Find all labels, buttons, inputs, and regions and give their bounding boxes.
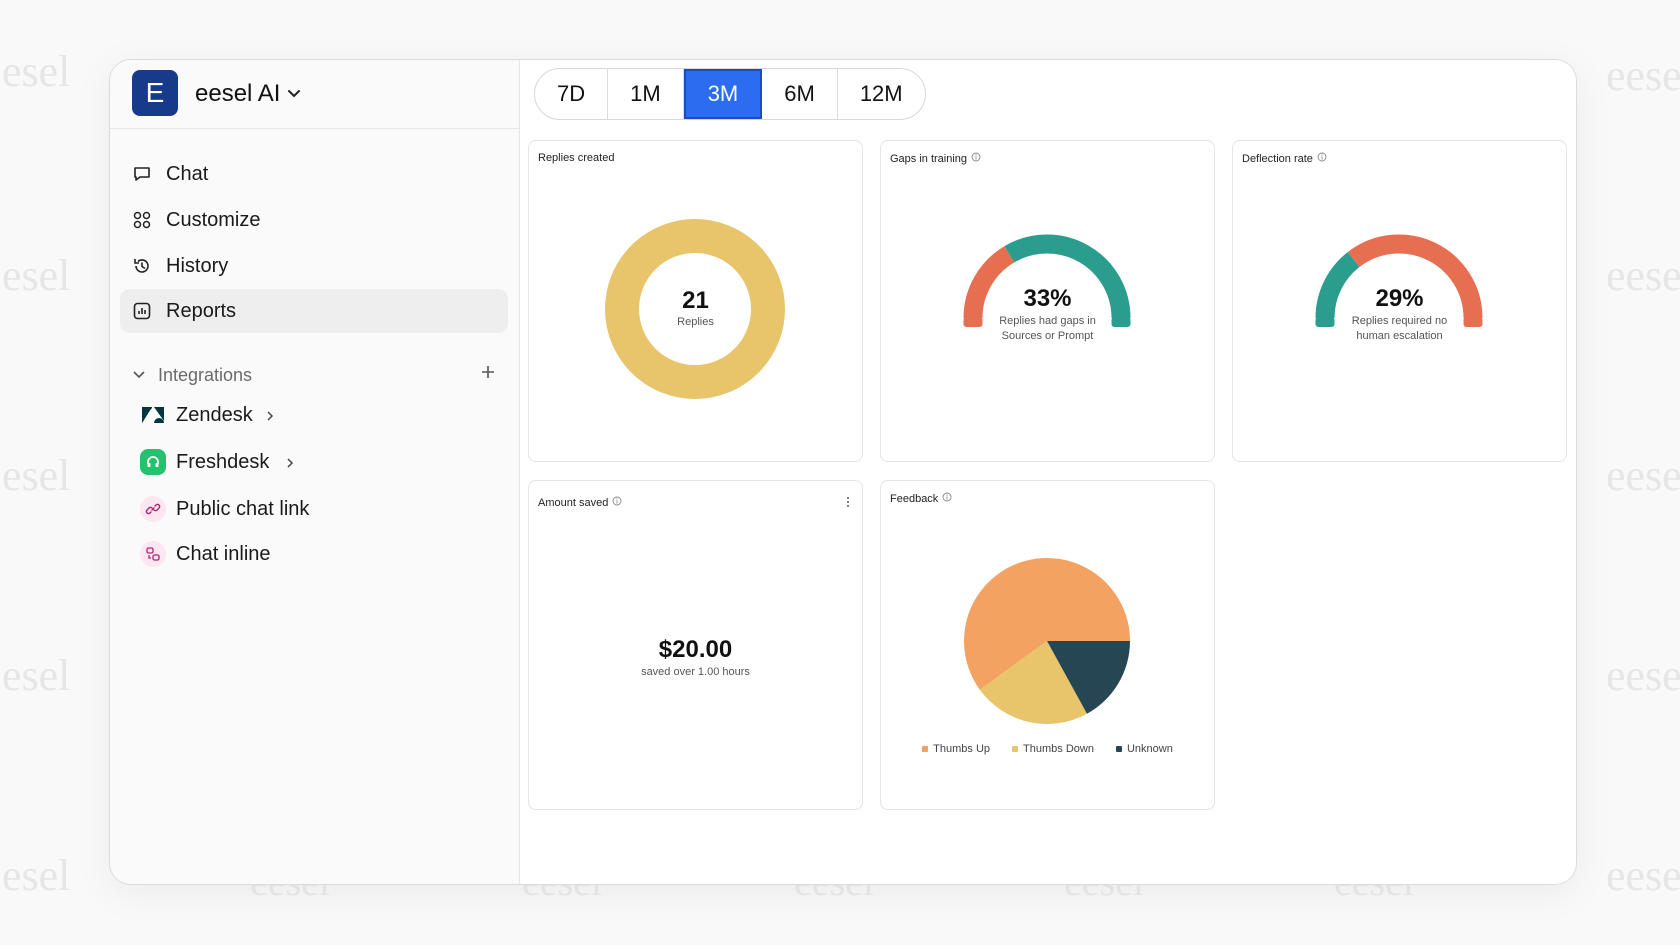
deflection-label-line1: Replies required no: [1351, 315, 1448, 327]
feedback-pie-chart: [964, 558, 1130, 725]
sidebar: E eesel AI Chat Customize History Report…: [110, 60, 520, 884]
app-window: E eesel AI Chat Customize History Report…: [109, 59, 1577, 885]
integrations-label: Integrations: [158, 365, 253, 385]
replies-count: 21: [682, 287, 709, 314]
grid-icon: [132, 210, 152, 235]
workspace-name: eesel AI: [195, 80, 281, 107]
chevron-down-icon: [132, 367, 146, 385]
legend-swatch: [1115, 746, 1122, 752]
integration-item-chat-inline[interactable]: Chat inline: [140, 537, 500, 573]
watermark: eese: [1606, 851, 1680, 900]
amount-saved-value: $20.00: [658, 636, 733, 663]
integration-label: Freshdesk: [176, 451, 270, 473]
card-replies-created: Replies created 21 Replies: [528, 140, 863, 462]
more-vertical-icon[interactable]: [846, 495, 850, 513]
deflection-label-line2: human escalation: [1356, 330, 1443, 342]
nav-item-history[interactable]: History: [120, 244, 508, 288]
card-feedback: Feedback Thumbs Up Thumbs Down Unknown: [880, 480, 1215, 810]
watermark: esel: [2, 851, 71, 900]
nav-item-reports[interactable]: Reports: [120, 289, 508, 333]
link-icon: [140, 496, 166, 522]
workspace-logo: E: [132, 70, 178, 116]
gaps-label-line2: Sources or Prompt: [1001, 330, 1094, 342]
deflection-percent: 29%: [1375, 285, 1424, 312]
freshdesk-icon: [140, 449, 166, 475]
chat-bubble-icon: [132, 164, 152, 189]
nav-item-label: History: [166, 255, 229, 277]
nav-item-label: Chat: [166, 163, 209, 185]
nav-item-label: Reports: [166, 300, 237, 322]
chevron-right-icon: [286, 456, 294, 474]
chevron-right-icon: [266, 409, 274, 427]
replies-label: Replies: [677, 316, 714, 328]
integrations-header[interactable]: Integrations: [132, 362, 502, 390]
watermark: eese: [1606, 451, 1680, 500]
card-amount-saved: Amount saved $20.00 saved over 1.00 hour…: [528, 480, 863, 810]
nav-item-label: Customize: [166, 209, 261, 231]
integration-item-public-chat-link[interactable]: Public chat link: [140, 492, 500, 528]
integration-item-freshdesk[interactable]: Freshdesk: [140, 445, 500, 481]
watermark: eese: [1606, 251, 1680, 300]
nav-item-customize[interactable]: Customize: [120, 198, 508, 242]
date-range-selector: 7D 1M 3M 6M 12M: [534, 68, 926, 120]
watermark: eese: [1606, 51, 1680, 100]
chevron-down-icon: [287, 86, 301, 104]
watermark: eese: [1606, 651, 1680, 700]
amount-saved-label: saved over 1.00 hours: [641, 666, 750, 678]
reports-main: 7D 1M 3M 6M 12M Replies created 21 Replies G…: [520, 60, 1576, 884]
chart-icon: [132, 301, 152, 326]
legend-item[interactable]: Thumbs Down: [1012, 743, 1094, 755]
legend-item[interactable]: Unknown: [1115, 743, 1173, 755]
range-button-1m[interactable]: 1M: [608, 69, 684, 119]
history-icon: [132, 256, 152, 281]
integration-label: Public chat link: [176, 498, 310, 520]
integration-item-zendesk[interactable]: Zendesk: [140, 398, 500, 434]
legend-swatch: [1012, 746, 1019, 752]
chat-inline-icon: [140, 541, 166, 567]
watermark: esel: [2, 47, 71, 96]
workspace-switcher[interactable]: E eesel AI: [110, 60, 519, 129]
card-gaps-in-training: Gaps in training 33% Replies had gaps in…: [880, 140, 1215, 462]
range-button-7d[interactable]: 7D: [535, 69, 609, 119]
plus-icon[interactable]: [480, 364, 496, 385]
range-button-3m[interactable]: 3M: [683, 69, 763, 119]
feedback-legend: Thumbs Up Thumbs Down Unknown: [881, 743, 1214, 755]
zendesk-icon: [140, 402, 166, 428]
legend-item[interactable]: Thumbs Up: [922, 743, 990, 755]
card-deflection-rate: Deflection rate 29% Replies required no …: [1232, 140, 1567, 462]
integration-label: Zendesk: [176, 404, 253, 426]
watermark: esel: [2, 451, 71, 500]
integration-label: Chat inline: [176, 543, 271, 565]
info-icon[interactable]: [612, 496, 622, 509]
nav-item-chat[interactable]: Chat: [120, 152, 508, 196]
range-button-12m[interactable]: 12M: [838, 69, 925, 119]
legend-label: Thumbs Down: [1023, 743, 1094, 755]
range-button-6m[interactable]: 6M: [762, 69, 838, 119]
card-title: Amount saved: [538, 496, 622, 509]
legend-label: Thumbs Up: [933, 743, 991, 755]
gaps-percent: 33%: [1023, 285, 1072, 312]
watermark: esel: [2, 651, 71, 700]
legend-swatch: [922, 746, 929, 752]
legend-label: Unknown: [1126, 743, 1173, 755]
watermark: esel: [2, 251, 71, 300]
gaps-label-line1: Replies had gaps in: [999, 315, 1096, 327]
